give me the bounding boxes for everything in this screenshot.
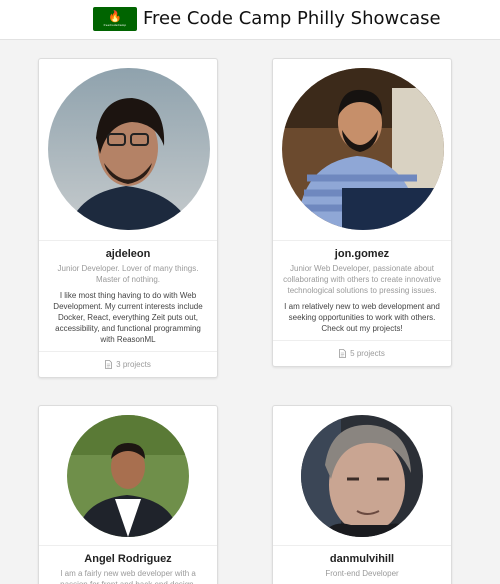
top-bar: 🔥 freeCodeCamp Free Code Camp Philly Sho… [0, 0, 500, 40]
avatar[interactable] [67, 415, 189, 537]
avatar-area [273, 59, 451, 241]
projects-link[interactable]: 3 projects [39, 351, 217, 377]
profile-tagline: Junior Web Developer, passionate about c… [283, 264, 441, 295]
file-icon [339, 349, 347, 358]
profile-card[interactable]: danmulvihill Front-end Developer [272, 405, 452, 584]
projects-count: 3 projects [116, 360, 151, 369]
avatar[interactable] [48, 68, 210, 230]
profile-card[interactable]: jon.gomez Junior Web Developer, passiona… [272, 58, 452, 367]
avatar[interactable] [301, 415, 423, 537]
avatar[interactable] [282, 68, 444, 230]
projects-link[interactable]: 5 projects [273, 340, 451, 366]
profile-card[interactable]: Angel Rodriguez I am a fairly new web de… [38, 405, 218, 584]
projects-count: 5 projects [350, 349, 385, 358]
profile-tagline: Front-end Developer [325, 569, 399, 578]
profile-name[interactable]: jon.gomez [273, 248, 451, 261]
page-title: Free Code Camp Philly Showcase [143, 8, 441, 29]
profile-name[interactable]: Angel Rodriguez [39, 553, 217, 566]
profile-name[interactable]: danmulvihill [273, 553, 451, 566]
profile-name[interactable]: ajdeleon [39, 248, 217, 261]
avatar-area [273, 406, 451, 546]
profile-card[interactable]: ajdeleon Junior Developer. Lover of many… [38, 58, 218, 378]
fcc-logo[interactable]: 🔥 freeCodeCamp [93, 7, 137, 31]
file-icon [105, 360, 113, 369]
profile-bio: I am relatively new to web development a… [284, 302, 440, 333]
profile-tagline: Junior Developer. Lover of many things. … [57, 264, 199, 284]
avatar-area [39, 406, 217, 546]
profile-tagline: I am a fairly new web developer with a p… [60, 569, 196, 584]
logo-text: freeCodeCamp [103, 22, 127, 27]
avatar-area [39, 59, 217, 241]
flame-icon: 🔥 [108, 10, 122, 23]
profile-bio: I like most thing having to do with Web … [53, 291, 203, 344]
